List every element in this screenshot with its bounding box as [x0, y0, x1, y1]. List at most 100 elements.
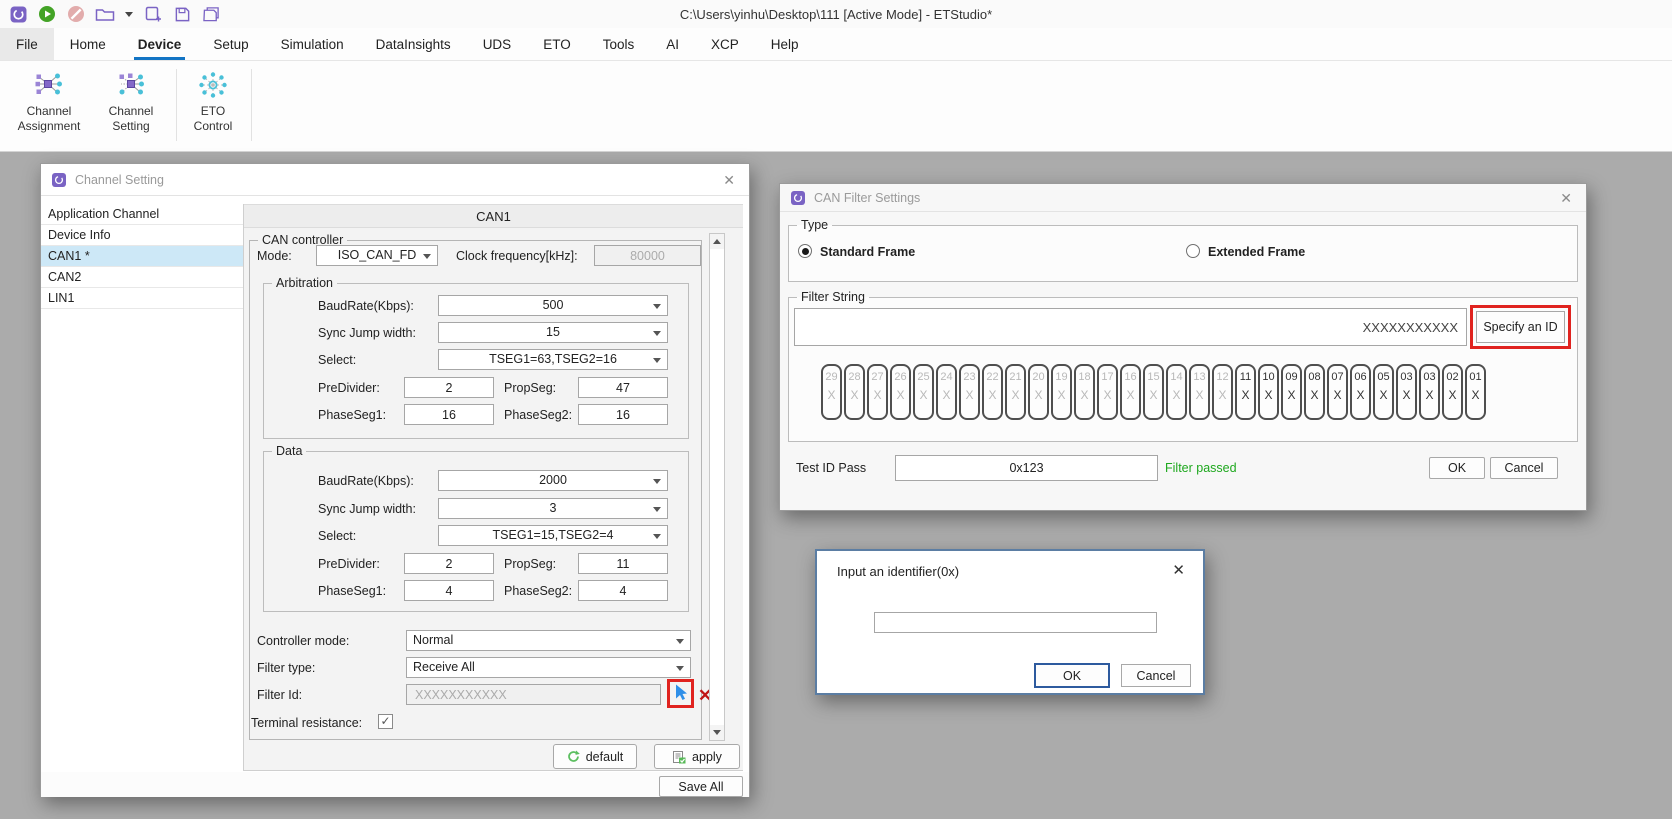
filter-bit-box[interactable]: 07 X: [1327, 364, 1348, 420]
menu-item[interactable]: Help: [755, 28, 815, 60]
filter-bit-box[interactable]: 26 X: [890, 364, 911, 420]
data-select-dropdown[interactable]: TSEG1=15,TSEG2=4: [438, 525, 668, 546]
run-button[interactable]: [37, 4, 57, 24]
menu-item[interactable]: DataInsights: [360, 28, 467, 60]
terminal-resistance-checkbox[interactable]: ✓: [378, 714, 393, 729]
default-button[interactable]: default: [553, 744, 637, 769]
filter-bit-box[interactable]: 22 X: [982, 364, 1003, 420]
filter-type-dropdown[interactable]: Receive All: [406, 657, 691, 678]
extended-frame-radio[interactable]: [1186, 244, 1200, 258]
filter-bit-box[interactable]: 14 X: [1166, 364, 1187, 420]
filter-bit-box[interactable]: 21 X: [1005, 364, 1026, 420]
arb-predivider-input[interactable]: [404, 377, 494, 398]
cancel-button[interactable]: Cancel: [1490, 457, 1558, 479]
menu-item[interactable]: Setup: [197, 28, 264, 60]
data-predivider-input[interactable]: [404, 553, 494, 574]
window-titlebar[interactable]: C:\Users\yinhu\Desktop\111 [Active Mode]…: [0, 0, 1672, 28]
apply-button[interactable]: apply: [654, 744, 740, 769]
data-phaseseg2-input[interactable]: [578, 580, 668, 601]
filter-bit-box[interactable]: 02 X: [1442, 364, 1463, 420]
data-baudrate-dropdown[interactable]: 2000: [438, 470, 668, 491]
panel-scrollbar[interactable]: [709, 233, 725, 741]
filter-bit-box[interactable]: 29 X: [821, 364, 842, 420]
arb-phaseseg2-label: PhaseSeg2:: [504, 408, 572, 422]
channel-nav-item[interactable]: LIN1: [41, 288, 243, 309]
menu-item[interactable]: Tools: [587, 28, 651, 60]
close-icon[interactable]: ✕: [1172, 561, 1185, 579]
filter-bit-box[interactable]: 01 X: [1465, 364, 1486, 420]
apply-icon: [672, 750, 686, 764]
close-icon[interactable]: ✕: [1560, 190, 1572, 207]
open-file-dropdown-icon[interactable]: [124, 4, 134, 24]
filter-dialog-titlebar[interactable]: CAN Filter Settings ✕: [780, 184, 1586, 212]
data-sjw-dropdown[interactable]: 3: [438, 498, 668, 519]
filter-bit-box[interactable]: 16 X: [1120, 364, 1141, 420]
filter-bit-box[interactable]: 27 X: [867, 364, 888, 420]
filter-bit-box[interactable]: 13 X: [1189, 364, 1210, 420]
cursor-arrow-icon[interactable]: [672, 683, 691, 707]
identifier-input[interactable]: [874, 612, 1157, 633]
cancel-button[interactable]: Cancel: [1121, 664, 1191, 687]
save-all-button[interactable]: [201, 4, 221, 24]
test-id-input[interactable]: [895, 455, 1158, 481]
filter-bit-box[interactable]: 15 X: [1143, 364, 1164, 420]
filter-bit-box[interactable]: 05 X: [1373, 364, 1394, 420]
filter-bit-box[interactable]: 17 X: [1097, 364, 1118, 420]
filter-bit-box[interactable]: 06 X: [1350, 364, 1371, 420]
channel-nav-item[interactable]: Device Info: [41, 225, 243, 246]
filter-bit-box[interactable]: 23 X: [959, 364, 980, 420]
filter-string-input[interactable]: [794, 308, 1467, 346]
dialog-footer: [41, 772, 749, 797]
filter-bit-box[interactable]: 24 X: [936, 364, 957, 420]
specify-id-button[interactable]: Specify an ID: [1476, 311, 1565, 343]
filter-bit-box[interactable]: 12 X: [1212, 364, 1233, 420]
arb-baudrate-label: BaudRate(Kbps):: [318, 299, 414, 313]
arb-propseg-input[interactable]: [578, 377, 668, 398]
arb-phaseseg2-input[interactable]: [578, 404, 668, 425]
ok-button[interactable]: OK: [1429, 457, 1485, 479]
arb-select-dropdown[interactable]: TSEG1=63,TSEG2=16: [438, 349, 668, 370]
scroll-down-button[interactable]: [710, 725, 724, 740]
filter-bit-box[interactable]: 18 X: [1074, 364, 1095, 420]
eto-control-button[interactable]: ETOControl: [183, 69, 243, 134]
menu-item[interactable]: XCP: [695, 28, 755, 60]
open-file-button[interactable]: [95, 4, 115, 24]
save-all-button[interactable]: Save All: [659, 776, 743, 797]
data-phaseseg1-input[interactable]: [404, 580, 494, 601]
filter-bit-box[interactable]: 19 X: [1051, 364, 1072, 420]
standard-frame-radio[interactable]: [798, 244, 812, 258]
menu-item[interactable]: AI: [650, 28, 695, 60]
arb-phaseseg1-input[interactable]: [404, 404, 494, 425]
filter-bit-box[interactable]: 08 X: [1304, 364, 1325, 420]
new-project-button[interactable]: [143, 4, 163, 24]
filter-bit-box[interactable]: 09 X: [1281, 364, 1302, 420]
save-button[interactable]: [172, 4, 192, 24]
channel-assignment-button[interactable]: ChannelAssignment: [6, 69, 92, 134]
filter-bit-box[interactable]: 28 X: [844, 364, 865, 420]
scroll-up-button[interactable]: [710, 234, 724, 249]
close-icon[interactable]: ✕: [723, 172, 735, 189]
filter-bit-box[interactable]: 10 X: [1258, 364, 1279, 420]
channel-nav-item[interactable]: Application Channel: [41, 204, 243, 225]
filter-bit-box[interactable]: 20 X: [1028, 364, 1049, 420]
ok-button[interactable]: OK: [1034, 663, 1110, 688]
mode-dropdown[interactable]: ISO_CAN_FD: [316, 245, 438, 266]
data-propseg-input[interactable]: [578, 553, 668, 574]
menu-item[interactable]: UDS: [467, 28, 528, 60]
menu-item[interactable]: ETO: [527, 28, 587, 60]
channel-nav-item[interactable]: CAN1 *: [41, 246, 243, 267]
channel-dialog-titlebar[interactable]: Channel Setting ✕: [41, 164, 749, 196]
arb-baudrate-dropdown[interactable]: 500: [438, 295, 668, 316]
menu-item[interactable]: Home: [54, 28, 122, 60]
filter-bit-box[interactable]: 03 X: [1419, 364, 1440, 420]
channel-setting-button[interactable]: ChannelSetting: [98, 69, 164, 134]
menu-item[interactable]: Device: [122, 28, 198, 60]
channel-nav-item[interactable]: CAN2: [41, 267, 243, 288]
arb-sjw-dropdown[interactable]: 15: [438, 322, 668, 343]
filter-bit-box[interactable]: 11 X: [1235, 364, 1256, 420]
filter-bit-box[interactable]: 03 X: [1396, 364, 1417, 420]
menu-item[interactable]: File: [0, 28, 54, 60]
controller-mode-dropdown[interactable]: Normal: [406, 630, 691, 651]
menu-item[interactable]: Simulation: [265, 28, 360, 60]
filter-bit-box[interactable]: 25 X: [913, 364, 934, 420]
